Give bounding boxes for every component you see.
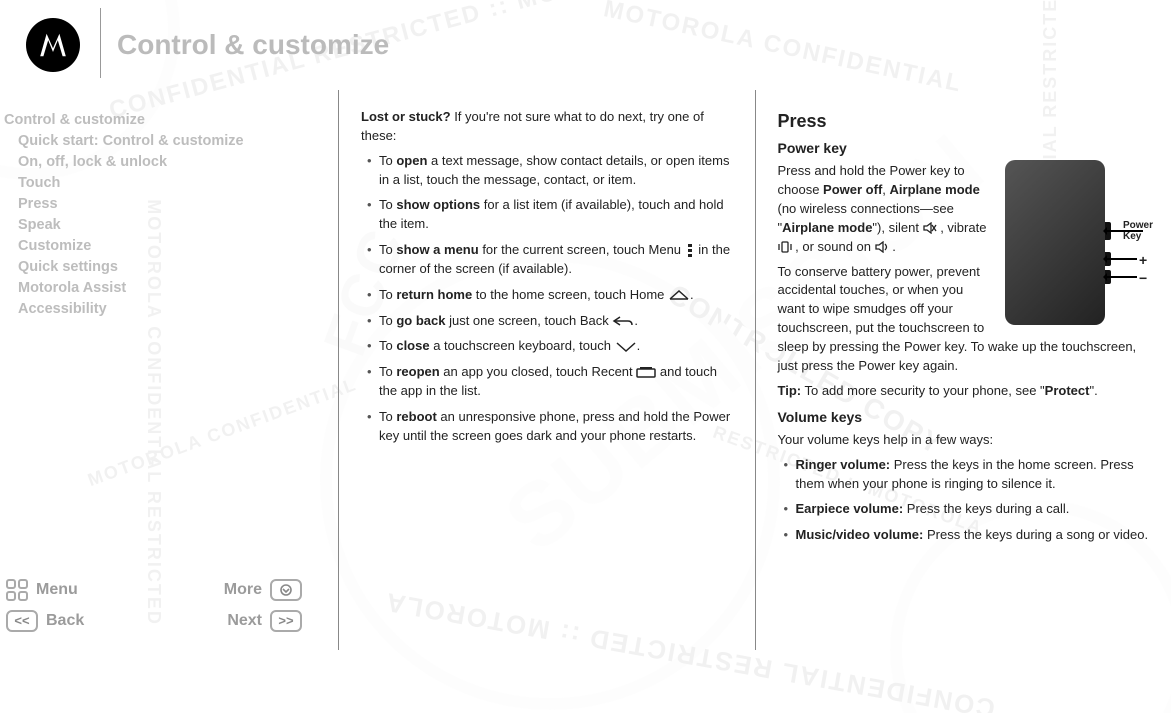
nav-button-group: Menu More << Back Next >> bbox=[4, 571, 320, 650]
more-label: More bbox=[224, 579, 262, 601]
press-heading: Press bbox=[778, 108, 1150, 134]
more-button[interactable]: More bbox=[224, 579, 302, 601]
bullet-earpiece-volume: Earpiece volume: Press the keys during a… bbox=[784, 500, 1150, 519]
content-column-2: Press Power key Power Key + − Press and … bbox=[756, 90, 1171, 650]
power-key-anno: Power Key bbox=[1123, 220, 1153, 242]
power-key-tip: Tip: To add more security to your phone,… bbox=[778, 382, 1150, 401]
toc-link-touch[interactable]: Touch bbox=[18, 173, 320, 194]
bullet-music-volume: Music/video volume: Press the keys durin… bbox=[784, 526, 1150, 545]
sidebar: Control & customize Quick start: Control… bbox=[0, 90, 338, 650]
bullet-open: To open a text message, show contact det… bbox=[367, 152, 733, 190]
back-arrow-icon: << bbox=[6, 610, 38, 632]
volume-down-icon: − bbox=[1139, 268, 1147, 288]
sound-on-icon bbox=[875, 241, 889, 253]
bullet-close-keyboard: To close a touchscreen keyboard, touch . bbox=[367, 337, 733, 356]
toc-link-control-customize[interactable]: Control & customize bbox=[4, 110, 320, 131]
back-label: Back bbox=[46, 610, 84, 632]
motorola-logo bbox=[26, 18, 80, 72]
motorola-m-icon bbox=[37, 29, 69, 61]
toc-link-press[interactable]: Press bbox=[18, 194, 320, 215]
menu-button[interactable]: Menu bbox=[6, 579, 78, 601]
bullet-return-home: To return home to the home screen, touch… bbox=[367, 286, 733, 305]
toc-link-motorola-assist[interactable]: Motorola Assist bbox=[18, 278, 320, 299]
page-title: Control & customize bbox=[117, 25, 389, 64]
bullet-ringer-volume: Ringer volume: Press the keys in the hom… bbox=[784, 456, 1150, 494]
phone-diagram: Power Key + − bbox=[999, 160, 1149, 330]
bullet-go-back: To go back just one screen, touch Back . bbox=[367, 312, 733, 331]
volume-keys-heading: Volume keys bbox=[778, 407, 1150, 427]
table-of-contents: Control & customize Quick start: Control… bbox=[4, 110, 320, 320]
menu-grid-icon bbox=[6, 579, 28, 601]
toc-link-quick-settings[interactable]: Quick settings bbox=[18, 257, 320, 278]
next-button[interactable]: Next >> bbox=[227, 610, 302, 632]
back-button[interactable]: << Back bbox=[6, 610, 84, 632]
content-column-1: Lost or stuck? If you're not sure what t… bbox=[339, 90, 755, 650]
recent-icon bbox=[636, 367, 656, 379]
bullet-show-options: To show options for a list item (if avai… bbox=[367, 196, 733, 234]
toc-link-quick-start[interactable]: Quick start: Control & customize bbox=[18, 131, 320, 152]
header-divider bbox=[100, 8, 101, 78]
vibrate-icon bbox=[778, 241, 792, 253]
toc-link-customize[interactable]: Customize bbox=[18, 236, 320, 257]
power-key-heading: Power key bbox=[778, 138, 1150, 158]
menu-label: Menu bbox=[36, 579, 78, 601]
bullet-show-menu: To show a menu for the current screen, t… bbox=[367, 241, 733, 279]
bullet-reopen: To reopen an app you closed, touch Recen… bbox=[367, 363, 733, 401]
volume-intro: Your volume keys help in a few ways: bbox=[778, 431, 1150, 450]
bullet-reboot: To reboot an unresponsive phone, press a… bbox=[367, 408, 733, 446]
back-icon bbox=[612, 315, 634, 327]
home-icon bbox=[668, 289, 690, 301]
close-keyboard-icon bbox=[615, 341, 637, 353]
next-label: Next bbox=[227, 610, 262, 632]
toc-link-speak[interactable]: Speak bbox=[18, 215, 320, 236]
next-arrow-icon: >> bbox=[270, 610, 302, 632]
silent-icon bbox=[923, 222, 937, 234]
menu-dots-icon bbox=[685, 244, 695, 258]
lost-or-stuck-intro: Lost or stuck? If you're not sure what t… bbox=[361, 108, 733, 146]
toc-link-on-off-lock[interactable]: On, off, lock & unlock bbox=[18, 152, 320, 173]
toc-link-accessibility[interactable]: Accessibility bbox=[18, 299, 320, 320]
more-icon bbox=[270, 579, 302, 601]
page-header: Control & customize bbox=[0, 0, 1171, 90]
